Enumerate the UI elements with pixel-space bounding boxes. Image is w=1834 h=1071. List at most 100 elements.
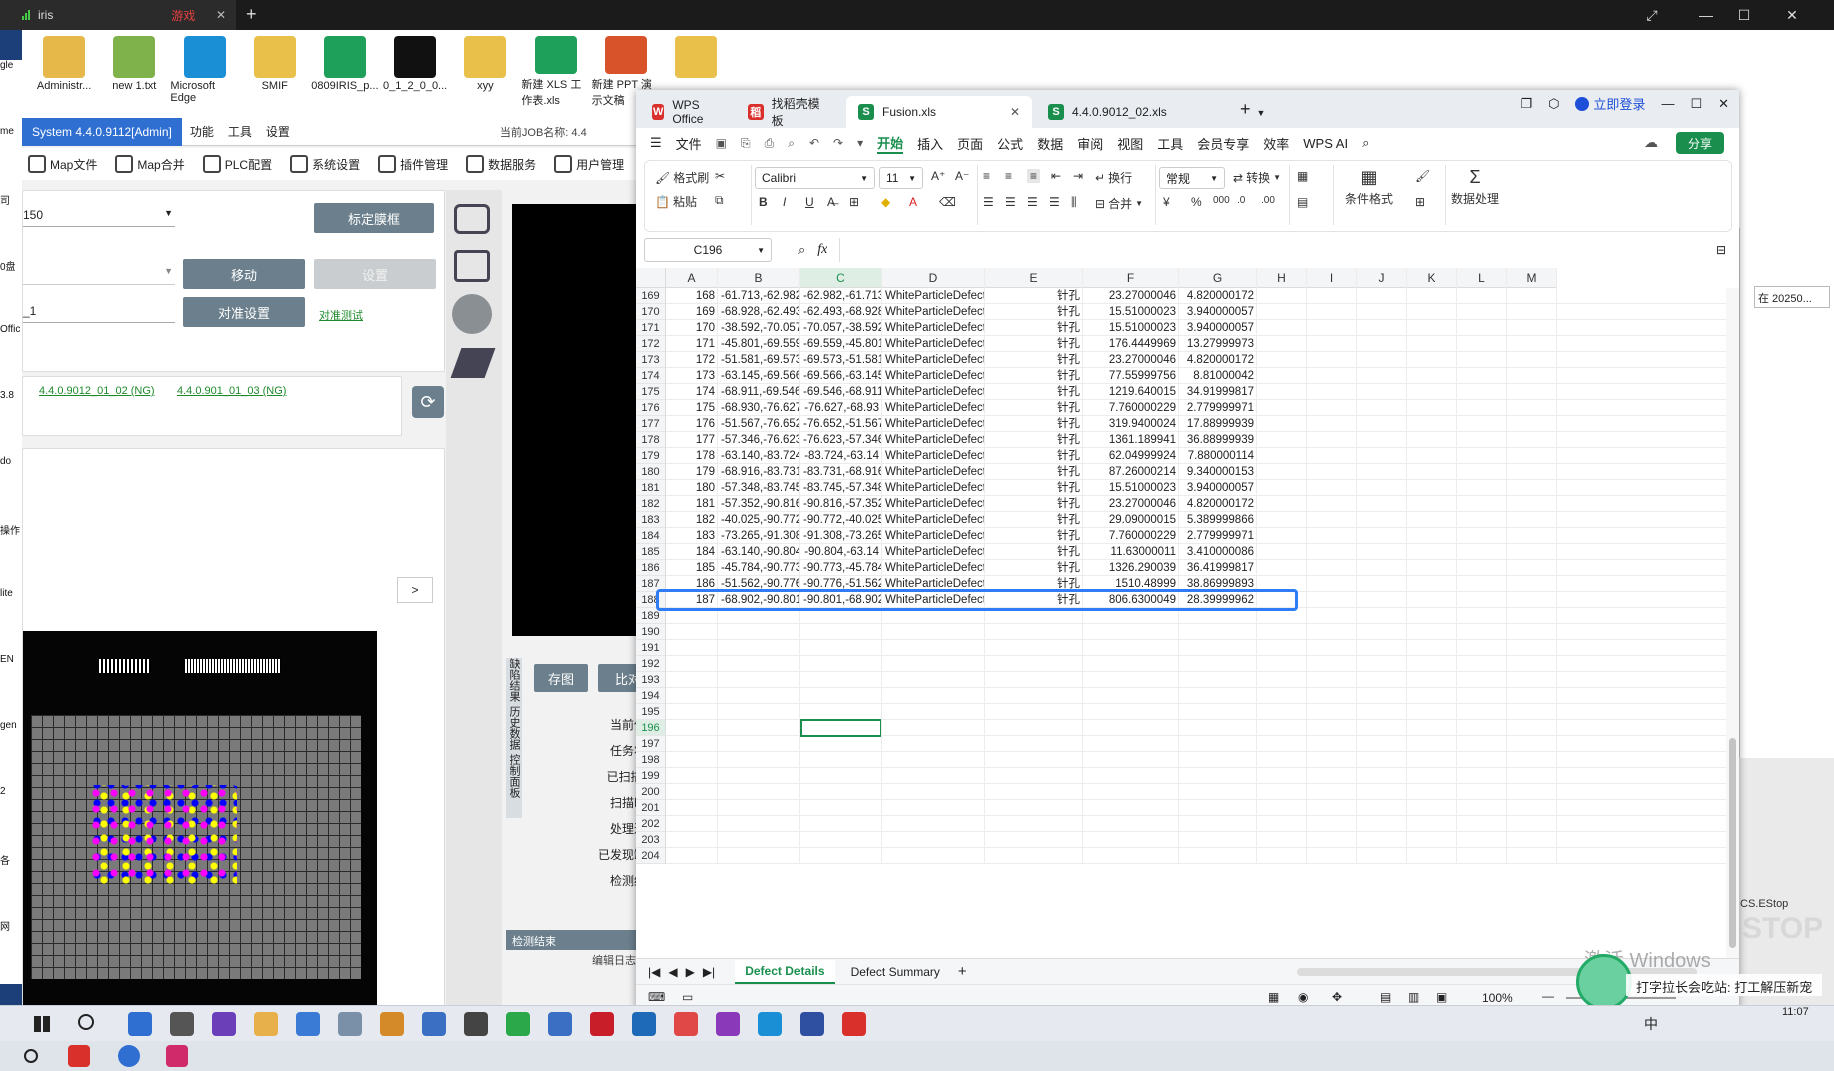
cell-B[interactable]: -45.784,-90.773	[718, 560, 800, 576]
chevron-down-icon[interactable]: ▼	[1257, 108, 1266, 118]
desktop-icon[interactable]: 0809IRIS_p...	[311, 36, 379, 108]
paste-button[interactable]: 📋 粘贴	[655, 193, 697, 210]
prev-sheet-icon[interactable]: ◀	[668, 965, 677, 979]
cell-E[interactable]: 针孔	[985, 448, 1083, 464]
font-name-select[interactable]: Calibri ▼	[755, 167, 875, 189]
cell-E[interactable]: 针孔	[985, 512, 1083, 528]
table-row[interactable]	[666, 816, 1726, 832]
cell-A[interactable]: 169	[666, 304, 718, 320]
macro-icon[interactable]: ⌨	[648, 990, 665, 1004]
cell-C[interactable]: -83.731,-68.916	[800, 464, 882, 480]
cell-C[interactable]: -62.982,-61.713	[800, 288, 882, 304]
table-row[interactable]: 175 -68.930,-76.627 -76.627,-68.93 WhitePar…	[666, 400, 1726, 416]
row-header[interactable]: 191	[636, 640, 666, 656]
spreadsheet-grid[interactable]: ABCDEFGHIJKLM 169 168 -61.713,-62.982 -62.9…	[636, 268, 1739, 958]
save-image-button[interactable]: 存图	[534, 664, 588, 692]
align-left-icon[interactable]: ☰	[983, 195, 994, 209]
row-header[interactable]: 192	[636, 656, 666, 672]
cell-B[interactable]: -45.801,-69.559	[718, 336, 800, 352]
cell-D[interactable]: WhiteParticleDefect	[882, 496, 985, 512]
cell-A[interactable]: 178	[666, 448, 718, 464]
cell-D[interactable]: WhiteParticleDefect	[882, 352, 985, 368]
cell-F[interactable]: 15.51000023	[1083, 304, 1179, 320]
table-row[interactable]	[666, 800, 1726, 816]
cell-A[interactable]: 172	[666, 352, 718, 368]
cell-C[interactable]: -76.652,-51.567	[800, 416, 882, 432]
thousands-icon[interactable]: 000	[1213, 195, 1230, 206]
name-box[interactable]: C196 ▼	[644, 238, 772, 262]
cell-A[interactable]: 174	[666, 384, 718, 400]
document-tab[interactable]: 稻找稻壳模板	[736, 96, 842, 128]
row-header[interactable]: 193	[636, 672, 666, 688]
undo-icon[interactable]: ↶	[809, 136, 819, 150]
conditional-format-button[interactable]: ▦ 条件格式	[1345, 167, 1393, 207]
browser-taskbar-icon[interactable]	[118, 1045, 140, 1067]
copy-icon[interactable]: ⧉	[715, 193, 724, 208]
align-top-icon[interactable]: ≡	[983, 169, 990, 183]
chevron-down-icon[interactable]: ▾	[857, 136, 863, 150]
table-row[interactable]	[666, 656, 1726, 672]
cell-C[interactable]: -91.308,-73.265	[800, 528, 882, 544]
cell-C[interactable]: -69.546,-68.911	[800, 384, 882, 400]
share-button[interactable]: 分享	[1676, 132, 1724, 154]
cell-E[interactable]: 针孔	[985, 320, 1083, 336]
tab-defect-results[interactable]: 缺陷结果	[506, 658, 522, 702]
move-button[interactable]: 移动	[183, 259, 305, 289]
table-row[interactable]	[666, 672, 1726, 688]
cell-F[interactable]: 15.51000023	[1083, 480, 1179, 496]
cell-B[interactable]: -51.567,-76.652	[718, 416, 800, 432]
cell-B[interactable]: -63.145,-69.566	[718, 368, 800, 384]
cell-F[interactable]: 176.4449969	[1083, 336, 1179, 352]
close-tab-icon[interactable]: ✕	[216, 8, 226, 22]
cell-E[interactable]: 针孔	[985, 400, 1083, 416]
taskbar-app-icon[interactable]	[800, 1012, 824, 1036]
cell-C[interactable]: -90.816,-57.352	[800, 496, 882, 512]
toolbar-item[interactable]: PLC配置	[202, 155, 272, 173]
ribbon-tab[interactable]: 工具	[1157, 134, 1183, 153]
align-settings-button[interactable]: 对准设置	[183, 297, 305, 327]
table-row[interactable]: 172 -51.581,-69.573 -69.573,-51.581 WhitePa…	[666, 352, 1726, 368]
doc-icon[interactable]: ▭	[682, 990, 693, 1004]
cell-A[interactable]: 176	[666, 416, 718, 432]
close-tab-icon[interactable]: ✕	[1010, 105, 1020, 119]
desktop-icon[interactable]: Microsoft Edge	[170, 36, 238, 108]
cell-F[interactable]: 7.760000229	[1083, 400, 1179, 416]
row-header[interactable]: 199	[636, 768, 666, 784]
cell-E[interactable]: 针孔	[985, 368, 1083, 384]
taskbar-app-icon[interactable]	[590, 1012, 614, 1036]
row-header[interactable]: 186	[636, 560, 666, 576]
toolbar-item[interactable]: 数据服务	[466, 155, 536, 173]
column-header[interactable]: C	[800, 268, 882, 288]
search-icon[interactable]	[24, 1049, 38, 1063]
suffix-field[interactable]: _1	[23, 301, 175, 323]
cell-E[interactable]: 针孔	[985, 384, 1083, 400]
cell-A[interactable]: 181	[666, 496, 718, 512]
ribbon-tab[interactable]: 文件	[676, 134, 702, 153]
cell-D[interactable]: WhiteParticleDefect	[882, 320, 985, 336]
row-header[interactable]: 180	[636, 464, 666, 480]
cell-B[interactable]: -57.352,-90.816	[718, 496, 800, 512]
cell-G[interactable]: 3.940000057	[1179, 320, 1257, 336]
table-row[interactable]	[666, 688, 1726, 704]
taskbar-app-icon[interactable]	[632, 1012, 656, 1036]
cell-A[interactable]: 170	[666, 320, 718, 336]
cell-F[interactable]: 23.27000046	[1083, 496, 1179, 512]
cell-style-icon[interactable]: 🖌	[1415, 169, 1430, 183]
print-icon[interactable]: ⎙	[765, 136, 775, 151]
row-header[interactable]: 174	[636, 368, 666, 384]
layout-icon[interactable]: ❐	[1520, 96, 1532, 112]
sheet-tab-defect-summary[interactable]: Defect Summary	[841, 961, 950, 983]
number-format-select[interactable]: 常规 ▼	[1159, 167, 1225, 189]
taskbar-app-icon[interactable]	[380, 1012, 404, 1036]
ime-indicator[interactable]: 中	[1644, 1014, 1658, 1034]
taskbar-app-icon[interactable]	[128, 1012, 152, 1036]
align-middle-icon[interactable]: ≡	[1005, 169, 1012, 183]
cell-F[interactable]: 7.760000229	[1083, 528, 1179, 544]
cell-D[interactable]: WhiteParticleDefect	[882, 288, 985, 304]
position-icon[interactable]: ✥	[1332, 990, 1342, 1004]
camera-icon[interactable]	[454, 204, 490, 234]
cell-G[interactable]: 2.779999971	[1179, 400, 1257, 416]
cell-A[interactable]: 171	[666, 336, 718, 352]
tab-history[interactable]: 历史数据	[506, 706, 522, 750]
cell-C[interactable]: -76.627,-68.93	[800, 400, 882, 416]
